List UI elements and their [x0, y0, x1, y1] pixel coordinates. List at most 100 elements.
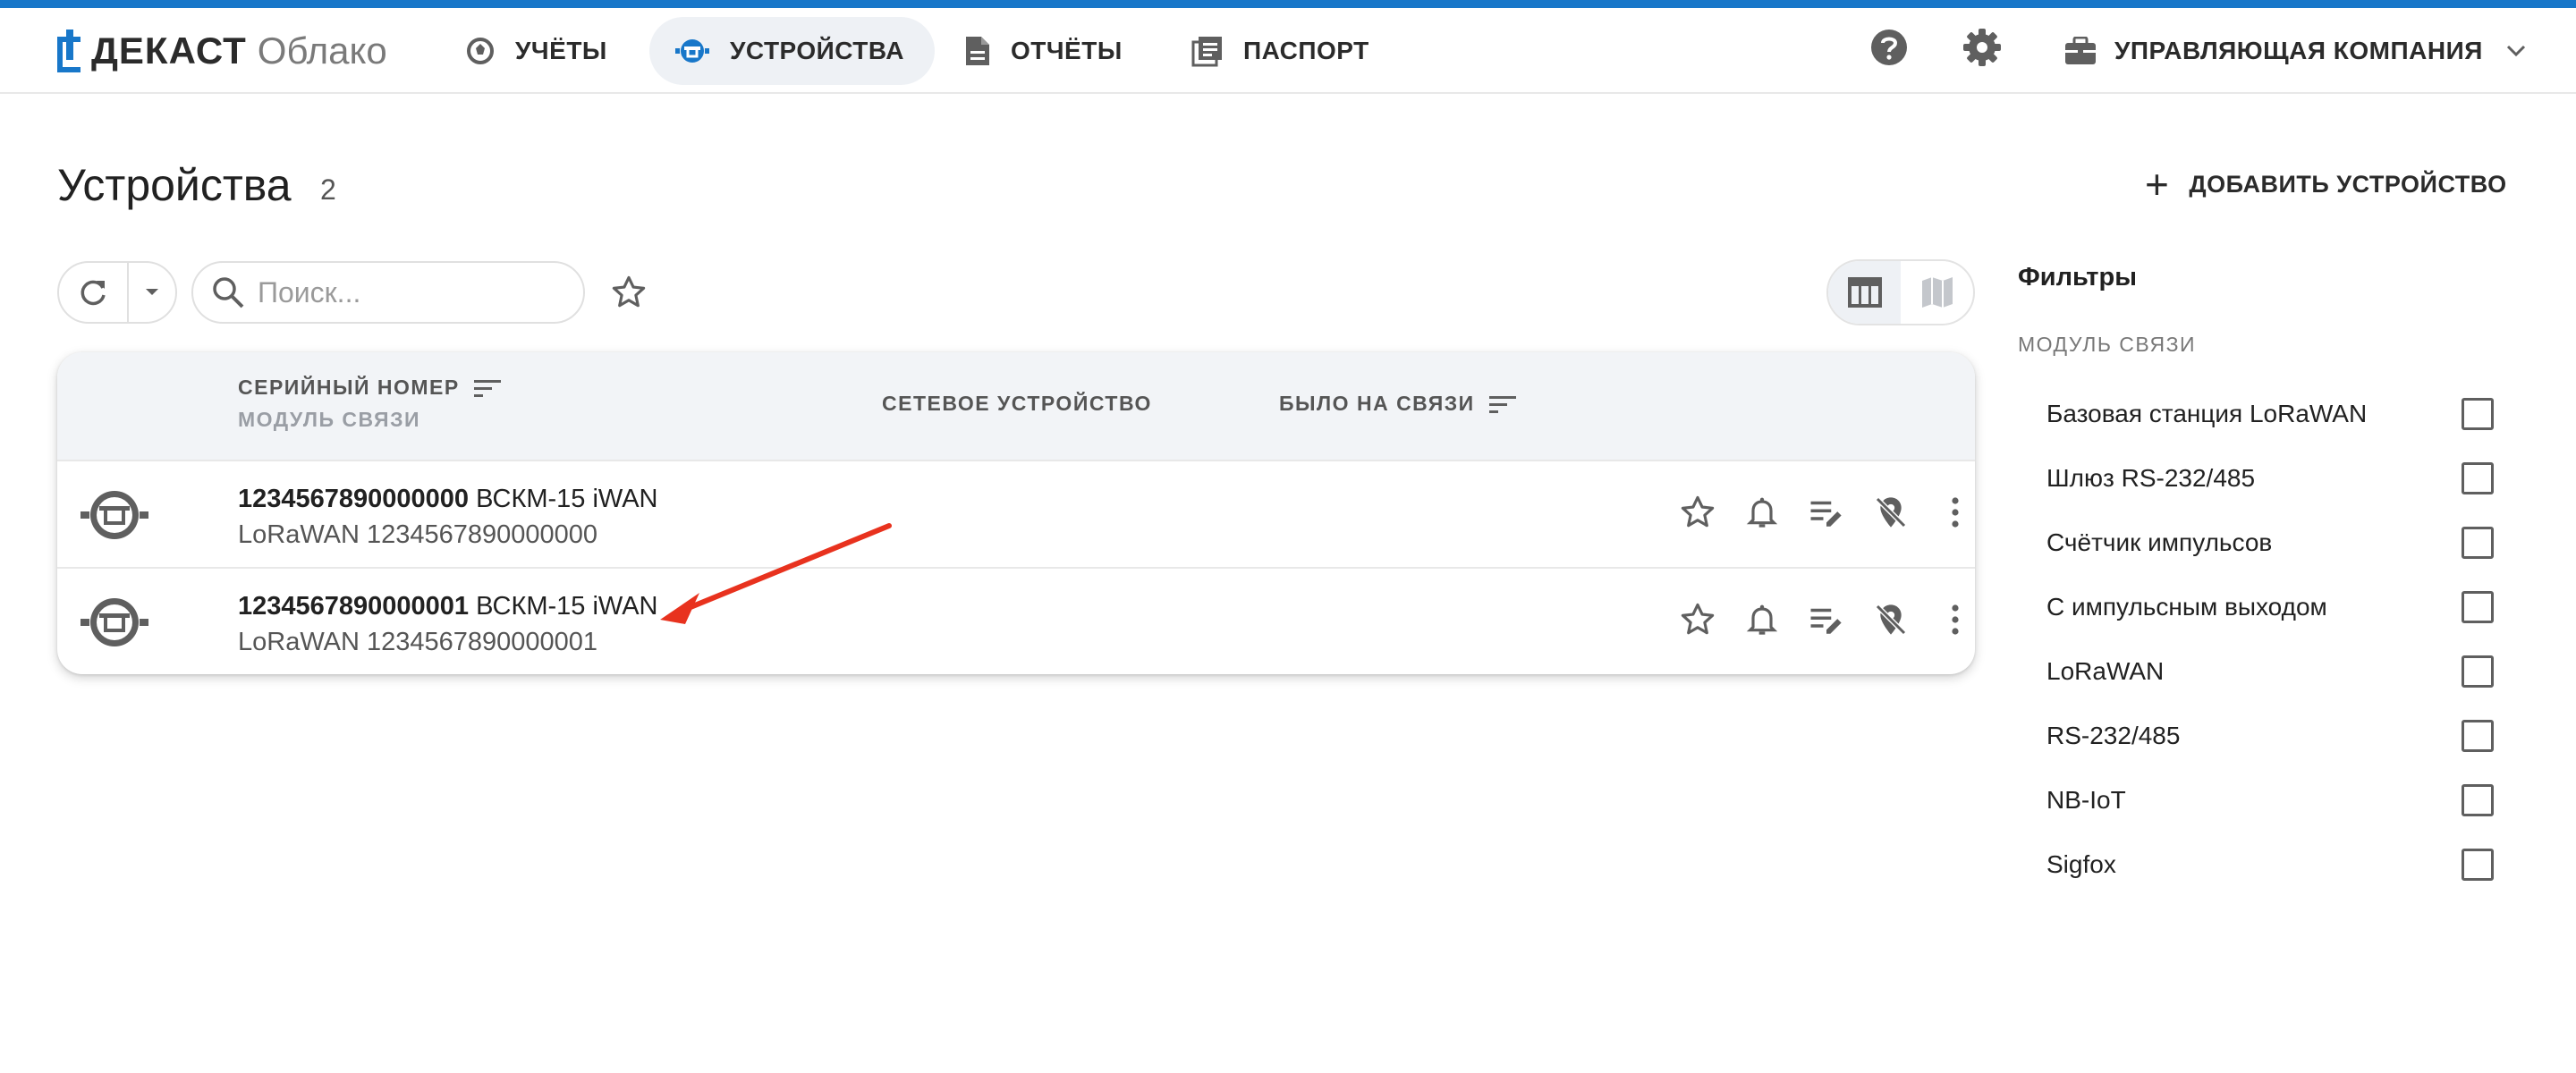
table-view-icon [1847, 277, 1882, 308]
filter-option[interactable]: RS-232/485 [2046, 714, 2494, 758]
col-last-seen-header[interactable]: БЫЛО НА СВЯЗИ [1279, 392, 1516, 416]
filter-option[interactable]: NB-IoT [2046, 778, 2494, 823]
app-header: ДЕКАСТ Облако УЧЁТЫ УСТРОЙСТВА ОТЧЁТЫ ПА… [0, 8, 2576, 94]
col-network-header: СЕТЕВОЕ УСТРОЙСТВО [882, 392, 1152, 416]
refresh-split-button [57, 261, 177, 324]
nav-accounts-label: УЧЁТЫ [515, 37, 607, 64]
nav-passport[interactable]: ПАСПОРТ [1166, 17, 1400, 85]
plus-icon: + [2145, 161, 2170, 207]
caret-down-icon [146, 289, 158, 295]
briefcase-icon [2065, 37, 2096, 64]
help-icon[interactable] [1869, 28, 1909, 67]
edit-notes-button[interactable] [1794, 601, 1859, 638]
filter-checkbox[interactable] [2462, 720, 2494, 752]
favorites-filter-star-icon[interactable] [610, 274, 648, 311]
edit-notes-button[interactable] [1794, 494, 1859, 531]
row-actions [1665, 494, 1975, 531]
device-icon [675, 39, 709, 63]
location-off-icon [1875, 496, 1907, 528]
logo-brand: ДЕКАСТ [91, 30, 247, 72]
logo-subtitle: Облако [257, 30, 387, 72]
table-header: СЕРИЙНЫЙ НОМЕР МОДУЛЬ СВЯЗИ СЕТЕВОЕ УСТР… [57, 352, 1975, 460]
passport-icon [1191, 37, 1222, 67]
table-row[interactable]: 1234567890000000 ВСКМ-15 iWAN LoRaWAN 12… [57, 460, 1975, 567]
filter-checkbox[interactable] [2462, 527, 2494, 559]
edit-note-icon [1810, 501, 1842, 527]
sort-icon [473, 379, 501, 397]
col-module-label: МОДУЛЬ СВЯЗИ [238, 408, 421, 431]
search-box [191, 261, 585, 324]
more-options-button[interactable] [1923, 494, 1975, 530]
refresh-button[interactable] [59, 263, 129, 322]
filter-option[interactable]: LoRaWAN [2046, 649, 2494, 694]
app-logo[interactable]: ДЕКАСТ Облако [57, 28, 387, 74]
meter-dial-icon [467, 38, 494, 64]
page-title: Устройства [57, 160, 292, 210]
location-off-button[interactable] [1859, 494, 1923, 531]
device-serial: 1234567890000001 [238, 592, 470, 621]
annotation-arrow [660, 523, 892, 624]
filter-checkbox[interactable] [2462, 849, 2494, 881]
filter-label: NB-IoT [2046, 786, 2126, 814]
location-off-button[interactable] [1859, 601, 1923, 638]
refresh-options-dropdown[interactable] [129, 263, 175, 322]
device-icon [80, 491, 148, 539]
more-vert-icon [1952, 604, 1959, 635]
edit-note-icon [1810, 608, 1842, 634]
col-serial-header[interactable]: СЕРИЙНЫЙ НОМЕР [238, 376, 501, 400]
filter-label: С импульсным выходом [2046, 593, 2327, 621]
filter-option[interactable]: Sigfox [2046, 842, 2494, 887]
more-options-button[interactable] [1923, 602, 1975, 638]
map-view-icon [1921, 277, 1953, 308]
device-module: LoRaWAN 1234567890000000 [238, 520, 598, 549]
filter-checkbox[interactable] [2462, 398, 2494, 430]
device-module: LoRaWAN 1234567890000001 [238, 628, 598, 656]
bell-icon [1746, 497, 1778, 528]
favorite-button[interactable] [1665, 601, 1730, 638]
filter-label: Базовая станция LoRaWAN [2046, 400, 2368, 427]
more-vert-icon [1952, 497, 1959, 528]
notifications-button[interactable] [1730, 494, 1794, 531]
col-module-header: МОДУЛЬ СВЯЗИ [238, 408, 420, 432]
nav-accounts[interactable]: УЧЁТЫ [440, 17, 638, 85]
filter-label: LoRaWAN [2046, 657, 2165, 685]
devices-table: СЕРИЙНЫЙ НОМЕР МОДУЛЬ СВЯЗИ СЕТЕВОЕ УСТР… [57, 352, 1975, 674]
company-selector[interactable]: УПРАВЛЯЮЩАЯ КОМПАНИЯ [2064, 24, 2526, 78]
nav-devices-label: УСТРОЙСТВА [730, 37, 904, 64]
table-row[interactable]: 1234567890000001 ВСКМ-15 iWAN LoRaWAN 12… [57, 567, 1975, 674]
search-input[interactable] [258, 275, 562, 309]
location-off-icon [1875, 604, 1907, 636]
col-last-seen-label: БЫЛО НА СВЯЗИ [1279, 392, 1475, 415]
nav-passport-label: ПАСПОРТ [1243, 37, 1369, 64]
device-count-badge: 2 [320, 173, 336, 206]
map-view-button[interactable] [1901, 261, 1973, 324]
filter-option[interactable]: Базовая станция LoRaWAN [2046, 392, 2494, 436]
filter-option[interactable]: Счётчик импульсов [2046, 520, 2494, 565]
nav-reports[interactable]: ОТЧЁТЫ [939, 17, 1153, 85]
device-icon [80, 598, 148, 646]
gear-icon[interactable] [1962, 28, 2002, 67]
favorite-button[interactable] [1665, 494, 1730, 531]
filter-label: Шлюз RS-232/485 [2046, 464, 2256, 492]
search-icon [213, 277, 244, 308]
filter-checkbox[interactable] [2462, 591, 2494, 623]
filter-option[interactable]: С импульсным выходом [2046, 585, 2494, 629]
table-view-button[interactable] [1828, 261, 1901, 324]
filter-checkbox[interactable] [2462, 655, 2494, 688]
device-model: ВСКМ-15 iWAN [476, 485, 658, 513]
nav-devices[interactable]: УСТРОЙСТВА [649, 17, 935, 85]
filter-label: RS-232/485 [2046, 722, 2181, 749]
bell-icon [1746, 604, 1778, 635]
filter-label: Sigfox [2046, 850, 2116, 878]
device-model: ВСКМ-15 iWAN [476, 592, 658, 621]
filter-checkbox[interactable] [2462, 784, 2494, 816]
notifications-button[interactable] [1730, 601, 1794, 638]
add-device-button[interactable]: + ДОБАВИТЬ УСТРОЙСТВО [2145, 161, 2507, 207]
sort-icon [1488, 395, 1516, 413]
filter-option[interactable]: Шлюз RS-232/485 [2046, 456, 2494, 501]
refresh-icon [80, 280, 106, 306]
top-accent-bar [0, 0, 2576, 8]
device-title: 1234567890000001 ВСКМ-15 iWAN [238, 592, 658, 621]
filter-checkbox[interactable] [2462, 462, 2494, 494]
star-icon [1681, 495, 1715, 528]
